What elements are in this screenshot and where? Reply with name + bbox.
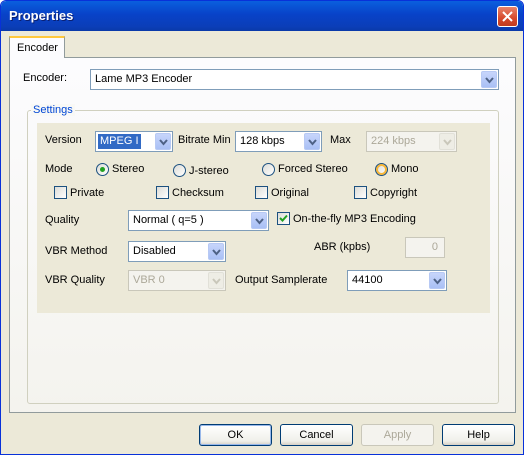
chevron-down-icon	[433, 278, 442, 285]
close-icon	[502, 11, 513, 22]
vbr-quality-value: VBR 0	[133, 274, 165, 286]
bitrate-max-dropdown-button	[439, 133, 455, 150]
bitrate-max-label: Max	[330, 134, 351, 146]
original-checkbox[interactable]	[255, 186, 268, 199]
checksum-label[interactable]: Checksum	[172, 187, 224, 199]
output-samplerate-value: 44100	[352, 274, 383, 286]
quality-value: Normal ( q=5 )	[133, 214, 204, 226]
quality-label: Quality	[45, 214, 80, 226]
tab-encoder[interactable]: Encoder	[9, 36, 65, 58]
mode-forced-stereo-radio[interactable]	[262, 163, 275, 176]
original-label[interactable]: Original	[271, 187, 309, 199]
encoder-dropdown-button[interactable]	[481, 71, 497, 88]
chevron-down-icon	[443, 139, 452, 146]
vbr-quality-select: VBR 0	[128, 270, 226, 291]
bitrate-min-value: 128 kbps	[240, 135, 285, 147]
version-dropdown-button[interactable]	[155, 133, 171, 150]
private-checkbox[interactable]	[54, 186, 67, 199]
encoder-label: Encoder:	[23, 72, 68, 84]
cancel-button[interactable]: Cancel	[280, 424, 353, 446]
abr-input: 0	[405, 237, 445, 258]
checkmark-icon	[279, 214, 288, 222]
bitrate-min-select[interactable]: 128 kbps	[235, 131, 322, 152]
apply-button: Apply	[361, 424, 434, 446]
vbr-quality-label: VBR Quality	[45, 274, 105, 286]
title-bar[interactable]: Properties	[1, 1, 523, 31]
mode-stereo-radio[interactable]	[96, 163, 109, 176]
mode-mono-radio[interactable]	[375, 163, 388, 176]
settings-group-title: Settings	[31, 104, 75, 116]
mode-forced-stereo-label[interactable]: Forced Stereo	[278, 163, 348, 175]
quality-dropdown-button[interactable]	[251, 212, 267, 229]
abr-value: 0	[431, 241, 438, 253]
window-title: Properties	[9, 8, 74, 23]
version-value: MPEG I	[98, 134, 141, 149]
mode-jstereo-label[interactable]: J-stereo	[189, 165, 229, 177]
mode-mono-label[interactable]: Mono	[391, 163, 419, 175]
copyright-checkbox[interactable]	[354, 186, 367, 199]
vbr-method-dropdown-button[interactable]	[208, 243, 224, 260]
mode-label: Mode	[45, 163, 73, 175]
bitrate-max-value: 224 kbps	[371, 135, 416, 147]
ok-button[interactable]: OK	[199, 424, 272, 446]
mode-jstereo-radio[interactable]	[173, 164, 186, 177]
version-select[interactable]: MPEG I	[95, 131, 173, 152]
bitrate-max-select: 224 kbps	[366, 131, 457, 152]
quality-select[interactable]: Normal ( q=5 )	[128, 210, 269, 231]
chevron-down-icon	[212, 278, 221, 285]
encoder-value: Lame MP3 Encoder	[95, 73, 193, 85]
checksum-checkbox[interactable]	[156, 186, 169, 199]
chevron-down-icon	[159, 139, 168, 146]
output-samplerate-dropdown-button[interactable]	[429, 272, 445, 289]
properties-dialog: Properties Encoder Encoder: Lame MP3 Enc…	[0, 0, 524, 455]
chevron-down-icon	[212, 249, 221, 256]
chevron-down-icon	[485, 77, 494, 84]
output-samplerate-select[interactable]: 44100	[347, 270, 447, 291]
output-samplerate-label: Output Samplerate	[235, 274, 328, 286]
abr-label: ABR (kpbs)	[314, 241, 371, 253]
mode-stereo-label[interactable]: Stereo	[112, 163, 144, 175]
on-the-fly-label[interactable]: On-the-fly MP3 Encoding	[293, 213, 416, 225]
vbr-quality-dropdown-button	[208, 272, 224, 289]
private-label[interactable]: Private	[70, 187, 104, 199]
version-label: Version	[45, 134, 82, 146]
close-button[interactable]	[497, 6, 518, 27]
on-the-fly-checkbox[interactable]	[277, 212, 290, 225]
encoder-select[interactable]: Lame MP3 Encoder	[90, 69, 499, 90]
chevron-down-icon	[255, 218, 264, 225]
vbr-method-label: VBR Method	[45, 245, 108, 257]
help-button[interactable]: Help	[442, 424, 515, 446]
chevron-down-icon	[308, 139, 317, 146]
vbr-method-select[interactable]: Disabled	[128, 241, 226, 262]
bitrate-min-label: Bitrate Min	[178, 134, 231, 146]
vbr-method-value: Disabled	[133, 245, 176, 257]
copyright-label[interactable]: Copyright	[370, 187, 417, 199]
tab-encoder-label: Encoder	[17, 42, 58, 54]
bitrate-min-dropdown-button[interactable]	[304, 133, 320, 150]
